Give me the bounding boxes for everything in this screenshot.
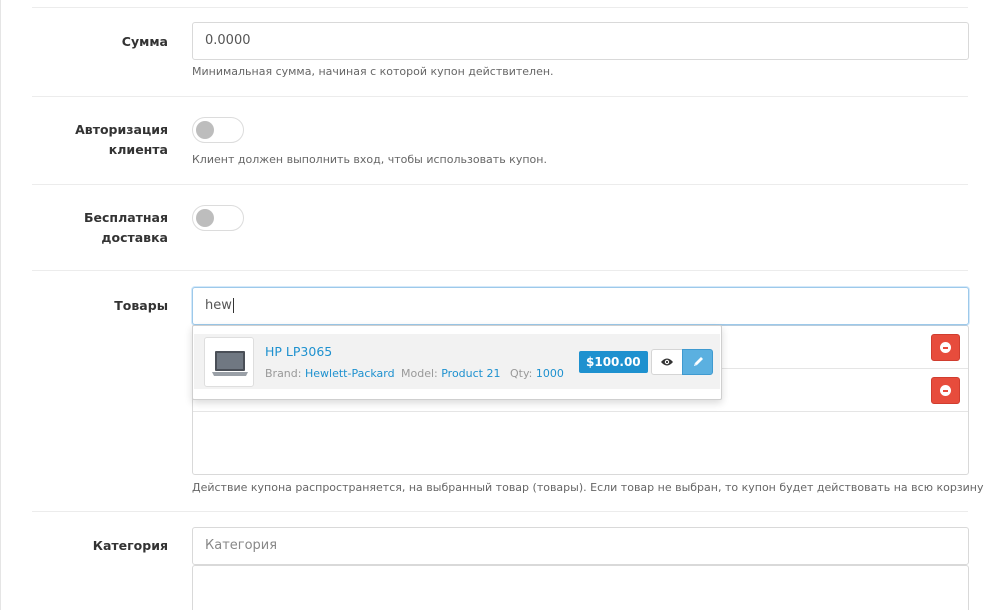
logged-label: Авторизация клиента bbox=[32, 120, 168, 160]
total-input[interactable]: 0.0000 bbox=[192, 22, 969, 60]
total-label: Сумма bbox=[121, 34, 168, 49]
brand-value: Hewlett-Packard bbox=[304, 367, 395, 380]
logged-label-line2: клиента bbox=[108, 142, 168, 157]
left-edge bbox=[0, 0, 1, 610]
pencil-icon bbox=[694, 357, 703, 366]
minus-circle-icon bbox=[940, 342, 951, 353]
qty-value: 1000 bbox=[535, 367, 564, 380]
model-value: Product 21 bbox=[441, 367, 501, 380]
shipping-label: Бесплатная доставка bbox=[32, 208, 168, 248]
shipping-toggle[interactable] bbox=[192, 205, 244, 231]
product-name[interactable]: HP LP3065 bbox=[265, 344, 332, 359]
text-caret bbox=[232, 298, 234, 313]
product-qty: Qty: 1000 bbox=[510, 367, 564, 380]
remove-button[interactable] bbox=[931, 377, 960, 404]
edit-button[interactable] bbox=[682, 349, 713, 375]
total-help: Минимальная сумма, начиная с которой куп… bbox=[192, 65, 554, 78]
divider bbox=[32, 184, 968, 185]
products-help: Действие купона распространяется, на выб… bbox=[192, 481, 984, 494]
eye-icon bbox=[661, 358, 673, 366]
view-button[interactable] bbox=[651, 349, 683, 375]
divider bbox=[32, 511, 968, 512]
products-value: hew bbox=[205, 298, 232, 313]
brand-label: Brand: bbox=[265, 367, 302, 380]
total-value: 0.0000 bbox=[205, 33, 251, 48]
shipping-label-line1: Бесплатная bbox=[84, 210, 168, 225]
products-input[interactable]: hew bbox=[192, 287, 969, 325]
shipping-label-line2: доставка bbox=[101, 230, 168, 245]
toggle-knob bbox=[196, 209, 214, 227]
autocomplete-item[interactable]: HP LP3065 Brand: Hewlett-Packard Model: … bbox=[194, 334, 720, 389]
logged-help: Клиент должен выполнить вход, чтобы испо… bbox=[192, 153, 547, 166]
category-label: Категория bbox=[92, 538, 168, 553]
logged-toggle[interactable] bbox=[192, 117, 244, 143]
products-label: Товары bbox=[114, 298, 168, 313]
divider bbox=[32, 7, 968, 8]
laptop-icon bbox=[212, 351, 248, 376]
category-well bbox=[192, 565, 969, 610]
toggle-knob bbox=[196, 121, 214, 139]
logged-label-line1: Авторизация bbox=[75, 122, 168, 137]
category-placeholder: Категория bbox=[205, 538, 278, 553]
qty-label: Qty: bbox=[510, 367, 533, 380]
price-badge: $100.00 bbox=[579, 351, 648, 373]
model-label: Model: bbox=[401, 367, 438, 380]
category-input[interactable]: Категория bbox=[192, 527, 969, 565]
product-brand: Brand: Hewlett-Packard bbox=[265, 367, 395, 380]
minus-circle-icon bbox=[940, 385, 951, 396]
product-model: Model: Product 21 bbox=[401, 367, 501, 380]
product-thumbnail bbox=[204, 337, 254, 387]
remove-button[interactable] bbox=[931, 334, 960, 361]
divider bbox=[32, 96, 968, 97]
divider bbox=[32, 270, 968, 271]
autocomplete-dropdown: HP LP3065 Brand: Hewlett-Packard Model: … bbox=[192, 325, 722, 400]
